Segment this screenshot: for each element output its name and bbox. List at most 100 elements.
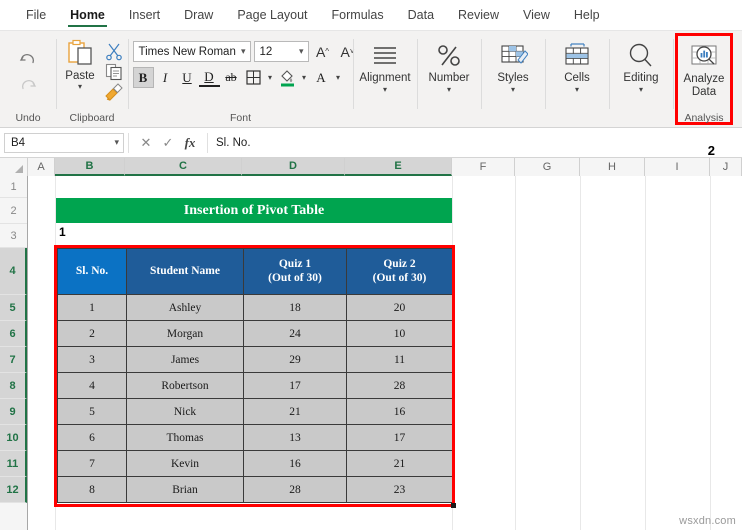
- tab-review[interactable]: Review: [446, 0, 511, 30]
- table-row[interactable]: 4 Robertson 17 28: [57, 372, 453, 399]
- fx-icon[interactable]: fx: [181, 134, 199, 152]
- cell-sl-no[interactable]: 1: [57, 294, 127, 321]
- paintbrush-icon[interactable]: [104, 82, 124, 101]
- cell-quiz-2[interactable]: 23: [346, 476, 453, 503]
- column-header-j[interactable]: J: [710, 158, 742, 176]
- cells-icon[interactable]: [562, 42, 592, 70]
- cell-quiz-2[interactable]: 16: [346, 398, 453, 425]
- chevron-down-icon[interactable]: ▾: [265, 73, 276, 82]
- cell-sl-no[interactable]: 6: [57, 424, 127, 451]
- table-row[interactable]: 1 Ashley 18 20: [57, 294, 453, 321]
- cell-quiz-2[interactable]: 17: [346, 424, 453, 451]
- cell-quiz-1[interactable]: 24: [243, 320, 347, 347]
- row-header-3[interactable]: 3: [0, 224, 27, 248]
- tab-view[interactable]: View: [511, 0, 562, 30]
- data-table[interactable]: Sl. No. Student Name Quiz 1 (Out of 30) …: [57, 248, 453, 503]
- cell-quiz-2[interactable]: 28: [346, 372, 453, 399]
- column-header-i[interactable]: I: [645, 158, 710, 176]
- formula-input[interactable]: Sl. No.: [208, 132, 738, 153]
- cell-sl-no[interactable]: 8: [57, 476, 127, 503]
- magnifier-icon[interactable]: [626, 42, 656, 70]
- table-row[interactable]: 5 Nick 21 16: [57, 398, 453, 425]
- borders-icon[interactable]: [243, 67, 264, 88]
- tab-data[interactable]: Data: [396, 0, 446, 30]
- chevron-down-icon[interactable]: ▾: [114, 137, 119, 148]
- column-header-g[interactable]: G: [515, 158, 580, 176]
- tab-insert[interactable]: Insert: [117, 0, 172, 30]
- cell-quiz-1[interactable]: 17: [243, 372, 347, 399]
- cell-student-name[interactable]: Thomas: [126, 424, 244, 451]
- increase-font-size-icon[interactable]: A ^: [312, 41, 334, 62]
- cancel-x-icon[interactable]: ✕: [137, 134, 155, 152]
- double-underline-button[interactable]: D: [198, 68, 220, 87]
- cell-student-name[interactable]: Morgan: [126, 320, 244, 347]
- cell-quiz-1[interactable]: 21: [243, 398, 347, 425]
- row-header-4[interactable]: 4: [0, 248, 27, 295]
- cell-sl-no[interactable]: 7: [57, 450, 127, 477]
- row-header-5[interactable]: 5: [0, 295, 27, 321]
- redo-arrow-icon[interactable]: [15, 74, 41, 98]
- column-header-cell-quiz-1[interactable]: Quiz 1 (Out of 30): [243, 248, 347, 295]
- name-box[interactable]: B4 ▾: [4, 132, 124, 153]
- table-row[interactable]: 7 Kevin 16 21: [57, 450, 453, 477]
- chevron-down-icon[interactable]: ▾: [383, 85, 387, 94]
- cell-quiz-1[interactable]: 16: [243, 450, 347, 477]
- table-row[interactable]: 3 James 29 11: [57, 346, 453, 373]
- cell-sl-no[interactable]: 2: [57, 320, 127, 347]
- column-header-cell-sl-no[interactable]: Sl. No.: [57, 248, 127, 295]
- cell-quiz-2[interactable]: 20: [346, 294, 453, 321]
- select-all-corner[interactable]: [0, 158, 28, 176]
- tab-home[interactable]: Home: [58, 0, 117, 30]
- chevron-down-icon[interactable]: ▾: [575, 85, 579, 94]
- tab-file[interactable]: File: [14, 0, 58, 30]
- column-header-c[interactable]: C: [125, 158, 242, 176]
- strikethrough-button[interactable]: ab: [221, 67, 242, 88]
- font-size-input[interactable]: 12 ▾: [253, 41, 309, 62]
- cell-quiz-1[interactable]: 28: [243, 476, 347, 503]
- row-header-7[interactable]: 7: [0, 347, 27, 373]
- column-header-d[interactable]: D: [242, 158, 345, 176]
- analyze-data-icon[interactable]: [688, 43, 720, 71]
- cell-sl-no[interactable]: 4: [57, 372, 127, 399]
- cell-student-name[interactable]: Ashley: [126, 294, 244, 321]
- grid-canvas[interactable]: Insertion of Pivot Table 1 Sl. No. Stude…: [28, 176, 742, 530]
- title-banner[interactable]: Insertion of Pivot Table: [56, 198, 452, 223]
- cell-quiz-2[interactable]: 21: [346, 450, 453, 477]
- cell-quiz-1[interactable]: 18: [243, 294, 347, 321]
- column-header-f[interactable]: F: [452, 158, 515, 176]
- undo-arrow-icon[interactable]: [15, 48, 41, 72]
- row-header-12[interactable]: 12: [0, 477, 27, 503]
- cell-quiz-1[interactable]: 13: [243, 424, 347, 451]
- cell-styles-icon[interactable]: [498, 42, 528, 70]
- tab-help[interactable]: Help: [562, 0, 612, 30]
- chevron-down-icon[interactable]: ▾: [299, 73, 310, 82]
- cell-quiz-2[interactable]: 10: [346, 320, 453, 347]
- chevron-down-icon[interactable]: ▾: [333, 73, 344, 82]
- percent-icon[interactable]: [434, 42, 464, 70]
- row-header-2[interactable]: 2: [0, 198, 27, 224]
- enter-check-icon[interactable]: ✓: [159, 134, 177, 152]
- cell-student-name[interactable]: Kevin: [126, 450, 244, 477]
- column-header-cell-student-name[interactable]: Student Name: [126, 248, 244, 295]
- table-row[interactable]: 8 Brian 28 23: [57, 476, 453, 503]
- row-header-8[interactable]: 8: [0, 373, 27, 399]
- chevron-down-icon[interactable]: ▾: [75, 82, 86, 91]
- font-color-icon[interactable]: A: [311, 67, 332, 88]
- row-header-9[interactable]: 9: [0, 399, 27, 425]
- column-header-e[interactable]: E: [345, 158, 452, 176]
- column-header-b[interactable]: B: [55, 158, 125, 176]
- fill-handle[interactable]: [451, 503, 456, 508]
- cell-sl-no[interactable]: 5: [57, 398, 127, 425]
- tab-page-layout[interactable]: Page Layout: [225, 0, 319, 30]
- row-header-11[interactable]: 11: [0, 451, 27, 477]
- cell-quiz-2[interactable]: 11: [346, 346, 453, 373]
- cell-student-name[interactable]: Brian: [126, 476, 244, 503]
- underline-button[interactable]: U: [177, 67, 198, 88]
- row-header-10[interactable]: 10: [0, 425, 27, 451]
- cell-student-name[interactable]: Nick: [126, 398, 244, 425]
- table-row[interactable]: 2 Morgan 24 10: [57, 320, 453, 347]
- chevron-down-icon[interactable]: ▾: [511, 85, 515, 94]
- scissors-icon[interactable]: [104, 41, 124, 61]
- column-header-h[interactable]: H: [580, 158, 645, 176]
- chevron-down-icon[interactable]: ▾: [447, 85, 451, 94]
